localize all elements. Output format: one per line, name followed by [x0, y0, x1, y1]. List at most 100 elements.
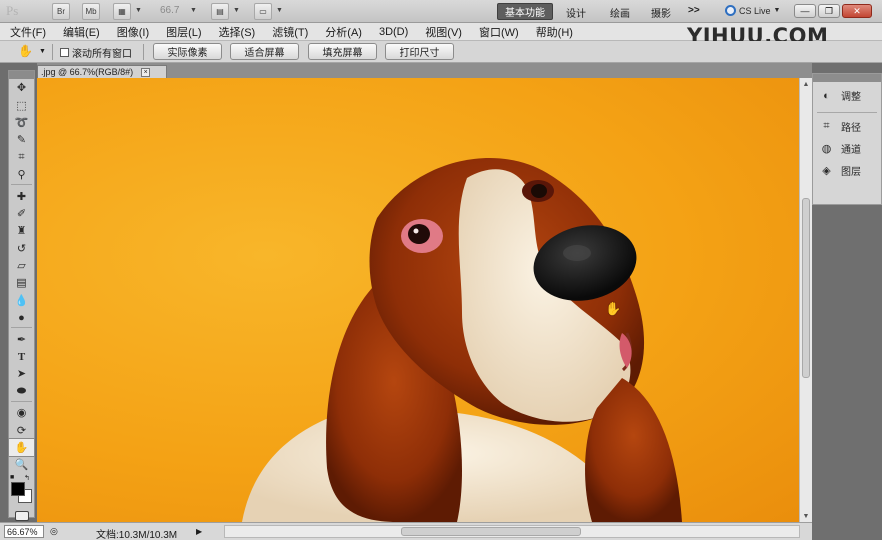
hand-tool-icon[interactable]: ✋	[8, 437, 35, 458]
history-brush-tool-icon[interactable]: ↺	[9, 240, 34, 257]
menu-image[interactable]: 图像(I)	[117, 24, 149, 40]
tools-divider	[11, 401, 32, 403]
view-extras-chevron-icon[interactable]: ▼	[135, 7, 142, 14]
swap-colors-icon[interactable]: ↰	[24, 474, 30, 482]
hand-tool-preset-icon[interactable]: ✋	[18, 44, 34, 60]
lasso-tool-icon[interactable]: ➰	[9, 114, 34, 131]
menu-select[interactable]: 选择(S)	[219, 24, 256, 40]
workspace-painting[interactable]: 绘画	[610, 5, 630, 20]
document-tab[interactable]: .jpg @ 66.7%(RGB/8#) ×	[37, 65, 167, 78]
status-menu-arrow-icon[interactable]: ▶	[196, 527, 202, 536]
marquee-tool-icon[interactable]: ⬚	[9, 96, 34, 113]
restore-button[interactable]: ❐	[818, 4, 840, 18]
screen-mode-button[interactable]: ▭	[254, 3, 272, 20]
quick-selection-tool-icon[interactable]: ✎	[9, 131, 34, 148]
menu-edit[interactable]: 编辑(E)	[63, 24, 100, 40]
scroll-all-windows-label: 滚动所有窗口	[72, 49, 132, 60]
menu-analysis[interactable]: 分析(A)	[325, 24, 362, 40]
eraser-tool-icon[interactable]: ▱	[9, 257, 34, 274]
document-size: 文档:10.3M/10.3M	[96, 530, 178, 540]
workspace-essentials[interactable]: 基本功能	[497, 3, 553, 20]
tool-preset-chevron-icon[interactable]: ▼	[39, 48, 46, 55]
status-zoom-field[interactable]: 66.67%	[4, 525, 44, 538]
cs-live-button[interactable]: CS Live ▼	[725, 5, 780, 16]
bridge-button[interactable]: Br	[52, 3, 70, 20]
status-bar: 66.67% ◎ 文档:10.3M/10.3M ▶	[0, 522, 812, 540]
close-button[interactable]: ✕	[842, 4, 872, 18]
fit-screen-button[interactable]: 适合屏幕	[230, 43, 299, 60]
clone-stamp-tool-icon[interactable]: ♜	[9, 222, 34, 239]
layers-panel-button[interactable]: ◈ 图层	[819, 163, 861, 178]
fill-screen-button[interactable]: 填充屏幕	[308, 43, 377, 60]
checkbox-box[interactable]	[60, 48, 69, 57]
scroll-up-icon[interactable]: ▲	[800, 78, 812, 90]
menu-file[interactable]: 文件(F)	[10, 24, 46, 40]
path-selection-tool-icon[interactable]: ➤	[9, 365, 34, 382]
foreground-color-swatch[interactable]	[11, 481, 25, 496]
3d-orbit-tool-icon[interactable]: ⟳	[9, 421, 34, 438]
type-tool-icon[interactable]: T	[9, 348, 34, 365]
actual-pixels-button[interactable]: 实际像素	[153, 43, 222, 60]
horizontal-scroll-thumb[interactable]	[401, 527, 581, 536]
cs-live-icon	[725, 5, 736, 16]
tools-panel: ✥ ⬚ ➰ ✎ ⌗ ⚲ ✚ ✐ ♜ ↺ ▱ ▤ 💧 ● ✒ T ➤ ⬬ ◉ ⟳ …	[8, 70, 35, 522]
zoom-tool-icon[interactable]: 🔍	[9, 456, 34, 473]
status-info-icon[interactable]: ◎	[50, 526, 58, 537]
document-canvas[interactable]: ✋	[37, 78, 799, 522]
minibridge-button[interactable]: Mb	[82, 3, 100, 20]
menu-layer[interactable]: 图层(L)	[166, 24, 201, 40]
close-document-icon[interactable]: ×	[141, 67, 151, 77]
crop-tool-icon[interactable]: ⌗	[9, 149, 34, 166]
zoom-level[interactable]: 66.7	[160, 5, 179, 16]
screen-mode-chevron-icon[interactable]: ▼	[276, 7, 283, 14]
zoom-chevron-icon[interactable]: ▼	[190, 7, 197, 14]
collapsed-panels: ◐ 调整 ⌗ 路径 ◍ 通道 ◈ 图层	[812, 73, 882, 205]
gradient-tool-icon[interactable]: ▤	[9, 274, 34, 291]
workspace-photography[interactable]: 摄影	[651, 5, 671, 20]
menu-help[interactable]: 帮助(H)	[536, 24, 573, 40]
panel-dock: ◐ 调整 ⌗ 路径 ◍ 通道 ◈ 图层	[812, 63, 882, 540]
print-size-button[interactable]: 打印尺寸	[385, 43, 454, 60]
minimize-button[interactable]: —	[794, 4, 816, 18]
brush-tool-icon[interactable]: ✐	[9, 205, 34, 222]
menu-window[interactable]: 窗口(W)	[479, 24, 519, 40]
document-tab-label: .jpg @ 66.7%(RGB/8#)	[41, 67, 134, 77]
adjustments-panel-button[interactable]: ◐ 调整	[819, 88, 861, 104]
paths-panel-button[interactable]: ⌗ 路径	[819, 119, 861, 134]
paths-label: 路径	[841, 123, 861, 134]
move-tool-icon[interactable]: ✥	[9, 79, 34, 96]
menu-view[interactable]: 视图(V)	[425, 24, 462, 40]
pen-tool-icon[interactable]: ✒	[9, 330, 34, 347]
healing-brush-tool-icon[interactable]: ✚	[9, 187, 34, 204]
workspace-design[interactable]: 设计	[566, 5, 586, 20]
blur-tool-icon[interactable]: 💧	[9, 292, 34, 309]
tools-panel-header[interactable]	[9, 71, 34, 79]
scroll-all-windows-checkbox[interactable]: 滚动所有窗口	[60, 45, 132, 60]
arrange-chevron-icon[interactable]: ▼	[233, 7, 240, 14]
layers-icon: ◈	[822, 165, 831, 177]
vertical-scroll-thumb[interactable]	[802, 198, 810, 378]
menu-3d[interactable]: 3D(D)	[379, 26, 408, 38]
scroll-down-icon[interactable]: ▼	[800, 510, 812, 522]
cs-live-label: CS Live	[739, 5, 771, 16]
workspace-more-button[interactable]: >>	[688, 5, 700, 16]
view-extras-button[interactable]: ▦	[113, 3, 131, 20]
shape-tool-icon[interactable]: ⬬	[9, 383, 34, 400]
options-divider	[52, 44, 53, 60]
default-colors-icon[interactable]: ■	[10, 474, 14, 481]
arrange-documents-button[interactable]: ▤	[211, 3, 229, 20]
basset-hound-photo	[242, 158, 682, 522]
eyedropper-tool-icon[interactable]: ⚲	[9, 166, 34, 183]
options-divider	[143, 44, 144, 60]
adjustments-label: 调整	[841, 92, 861, 103]
adjustments-icon: ◐	[823, 89, 830, 102]
channels-panel-button[interactable]: ◍ 通道	[819, 141, 861, 156]
menu-filter[interactable]: 滤镜(T)	[272, 24, 308, 40]
dodge-tool-icon[interactable]: ●	[9, 309, 34, 326]
tools-divider	[11, 327, 32, 329]
3d-rotate-tool-icon[interactable]: ◉	[9, 404, 34, 421]
channels-icon: ◍	[821, 143, 832, 155]
panel-dock-header[interactable]	[813, 74, 881, 82]
vertical-scrollbar[interactable]: ▲ ▼	[799, 78, 812, 522]
horizontal-scrollbar[interactable]	[224, 525, 800, 538]
